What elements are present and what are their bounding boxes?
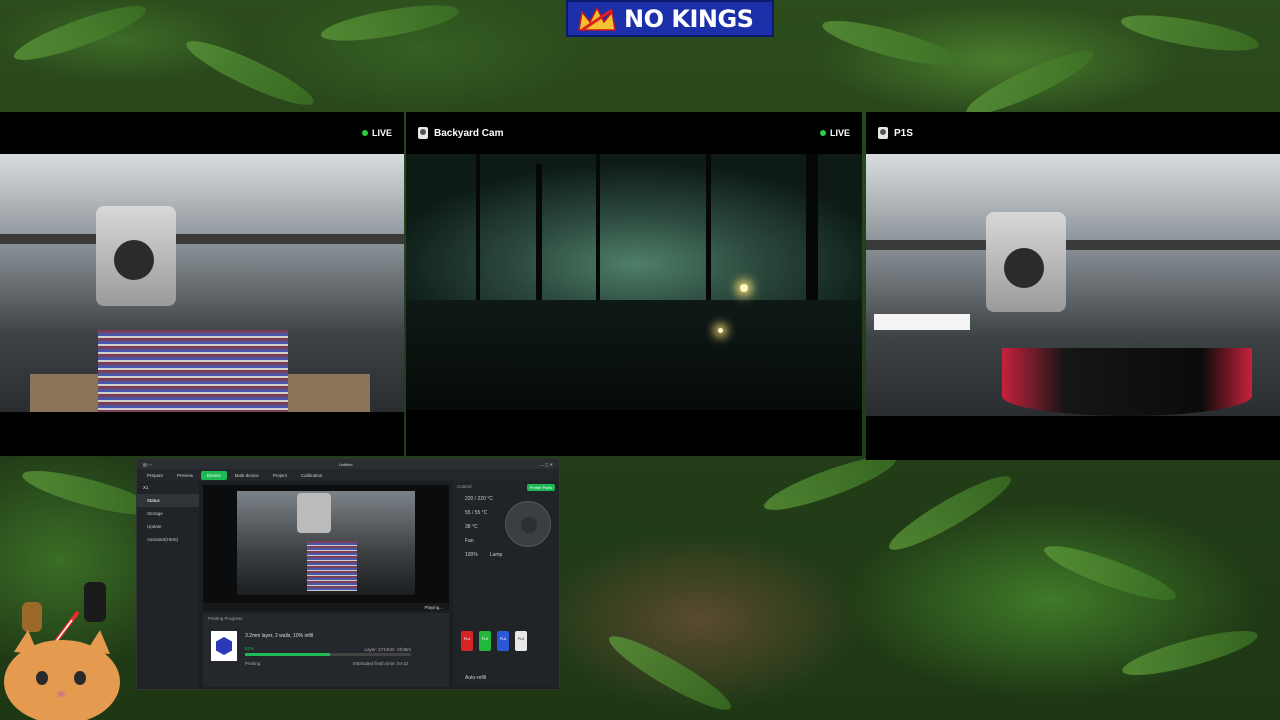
- camera-feed-printer-1: [0, 154, 404, 412]
- printing-progress-panel: Printing Progress 3.2mm layer, 2 walls, …: [203, 613, 449, 687]
- tab-preview[interactable]: Preview: [171, 471, 199, 480]
- app-menu-icon[interactable]: ▤ ▫ ▫: [143, 462, 152, 467]
- camera-name: Backyard Cam: [434, 127, 504, 139]
- live-indicator: LIVE: [361, 128, 392, 138]
- tab-device[interactable]: Device: [201, 470, 227, 480]
- live-indicator: LIVE: [819, 128, 850, 138]
- sidebar-item-assistant[interactable]: Assistant(HMS): [137, 533, 199, 546]
- sidebar-item-storage[interactable]: Storage: [137, 507, 199, 520]
- remaining-time: -2h36m: [395, 647, 411, 652]
- kitten-lightsaber-sticker: [4, 582, 120, 720]
- sidebar-item-status[interactable]: Status: [137, 494, 199, 507]
- video-status-bar: Playing...: [203, 603, 449, 611]
- crown-icon: [578, 5, 616, 31]
- nozzle-temp[interactable]: 220 / 220 °C: [453, 492, 559, 506]
- camera-feed-backyard: [406, 154, 862, 410]
- banner-text: NO KINGS: [624, 4, 754, 33]
- ams-slot[interactable]: PLA: [479, 631, 491, 651]
- camera-header: P1S: [866, 112, 1280, 154]
- app-tab-bar: Prepare Preview Device Multi-device Proj…: [137, 469, 559, 481]
- control-panel: Control Printer Parts 220 / 220 °C 55 / …: [453, 481, 559, 687]
- progress-bar: [245, 653, 411, 656]
- camera-icon: [878, 127, 888, 139]
- speed-lamp-row: 100% Lamp: [453, 548, 559, 562]
- ams-slots: PLA PLA PLA PLA: [461, 631, 527, 651]
- camera-panel-backyard: Backyard Cam LIVE: [406, 112, 862, 456]
- print-status: Printing: [245, 661, 261, 666]
- no-kings-banner: NO KINGS: [566, 0, 774, 37]
- playing-label: Playing...: [424, 604, 443, 610]
- camera-name-group: P1S: [878, 127, 913, 139]
- app-window-title: Untitled: [338, 461, 353, 467]
- ams-slot[interactable]: PLA: [515, 631, 527, 651]
- job-name: 3.2mm layer, 2 walls, 10% infill: [245, 633, 314, 639]
- camera-name: P1S: [894, 127, 913, 139]
- speed-label[interactable]: 100%: [465, 552, 478, 558]
- ams-slot[interactable]: PLA: [461, 631, 473, 651]
- progress-percent: 51%: [245, 646, 255, 651]
- window-controls[interactable]: — ▢ ✕: [540, 462, 553, 467]
- printer-selector[interactable]: X1: [137, 481, 199, 494]
- camera-name-group: Backyard Cam: [418, 127, 503, 139]
- camera-strip: LIVE Backyard Cam LIVE P1S: [0, 112, 1280, 460]
- printing-progress-title: Printing Progress: [208, 616, 243, 621]
- ams-slot[interactable]: PLA: [497, 631, 509, 651]
- device-sidebar: X1 Status Storage Update Assistant(HMS): [137, 481, 199, 689]
- camera-panel-printer-1: LIVE: [0, 112, 404, 456]
- live-label: LIVE: [829, 128, 850, 138]
- camera-icon: [418, 127, 428, 139]
- live-dot-icon: [361, 130, 368, 136]
- finish-time: Estimated finish time: 04-22: [353, 661, 409, 666]
- tab-project[interactable]: Project: [267, 471, 293, 480]
- progress-bar-fill: [245, 653, 330, 656]
- home-button[interactable]: [521, 517, 537, 533]
- tab-prepare[interactable]: Prepare: [141, 471, 169, 480]
- printer-camera-view: [203, 485, 449, 603]
- slicer-app-window: ▤ ▫ ▫ Untitled — ▢ ✕ Prepare Preview Dev…: [136, 458, 560, 690]
- layer-count: Layer: 271/532 -2h36m: [364, 647, 411, 652]
- printer-parts-button[interactable]: Printer Parts: [526, 484, 555, 491]
- live-dot-icon: [819, 130, 826, 136]
- model-thumbnail: [211, 631, 237, 661]
- tab-multi-device[interactable]: Multi-device: [229, 471, 265, 480]
- camera-feed-p1s: [866, 154, 1280, 416]
- camera-panel-p1s: P1S: [866, 112, 1280, 460]
- tab-calibration[interactable]: Calibration: [295, 471, 329, 480]
- app-title-bar: ▤ ▫ ▫ Untitled — ▢ ✕: [137, 459, 559, 469]
- lamp-label[interactable]: Lamp: [490, 552, 503, 558]
- layer-text: Layer: 271/532: [364, 647, 395, 652]
- jog-control[interactable]: [505, 501, 551, 547]
- camera-header: Backyard Cam LIVE: [406, 112, 862, 154]
- camera-header: LIVE: [0, 112, 404, 154]
- live-label: LIVE: [371, 128, 392, 138]
- sidebar-item-update[interactable]: Update: [137, 520, 199, 533]
- auto-refill-label[interactable]: Auto-refill: [453, 671, 498, 685]
